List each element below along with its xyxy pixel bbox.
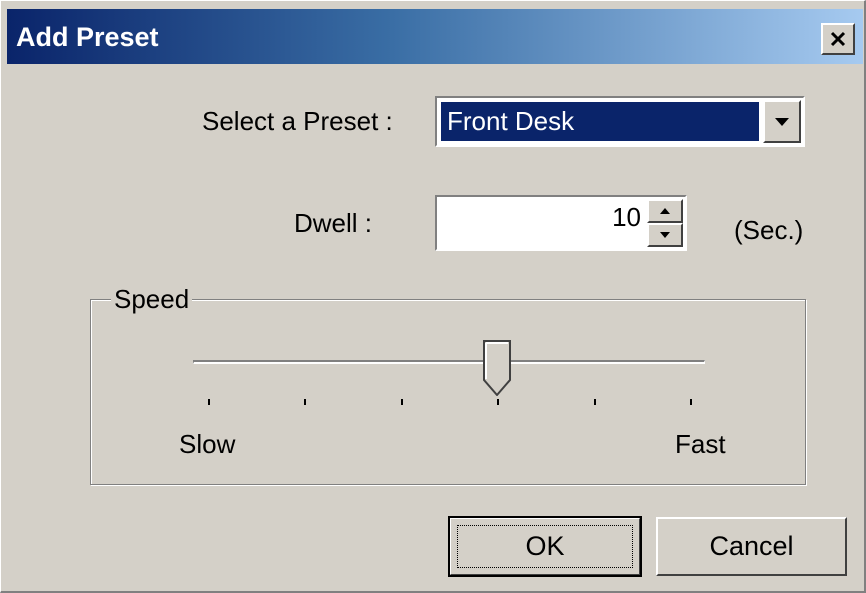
ok-button[interactable]: OK (448, 516, 642, 577)
preset-dropdown[interactable]: Front Desk (435, 96, 805, 147)
speed-tick (497, 399, 500, 405)
title-bar[interactable]: Add Preset (7, 9, 863, 64)
add-preset-dialog: Add Preset Select a Preset : Front Desk … (0, 0, 866, 593)
speed-min-label: Slow (179, 429, 236, 459)
speed-tick (304, 399, 307, 405)
close-icon (830, 31, 846, 47)
speed-max-label: Fast (675, 429, 726, 459)
speed-tick (400, 399, 403, 405)
spin-up-icon (660, 208, 670, 214)
dwell-value[interactable]: 10 (612, 202, 641, 233)
chevron-down-icon (775, 117, 789, 126)
speed-tick (208, 399, 210, 405)
preset-label: Select a Preset : (202, 106, 393, 136)
window-title: Add Preset (16, 22, 159, 52)
preset-selected-value: Front Desk (441, 102, 759, 141)
dwell-increment-button[interactable] (647, 199, 683, 223)
close-button[interactable] (821, 23, 855, 55)
cancel-button[interactable]: Cancel (656, 517, 847, 576)
dwell-spinner[interactable]: 10 (435, 195, 687, 251)
speed-group-label: Speed (111, 284, 193, 315)
preset-dropdown-button[interactable] (763, 100, 801, 143)
dwell-label: Dwell : (294, 208, 373, 238)
dwell-unit-label: (Sec.) (734, 215, 804, 245)
speed-tick (690, 399, 692, 405)
dwell-decrement-button[interactable] (647, 223, 683, 247)
speed-slider-track[interactable] (193, 360, 705, 364)
speed-tick (593, 399, 596, 405)
speed-slider-thumb[interactable] (483, 340, 512, 396)
spin-down-icon (660, 232, 670, 238)
